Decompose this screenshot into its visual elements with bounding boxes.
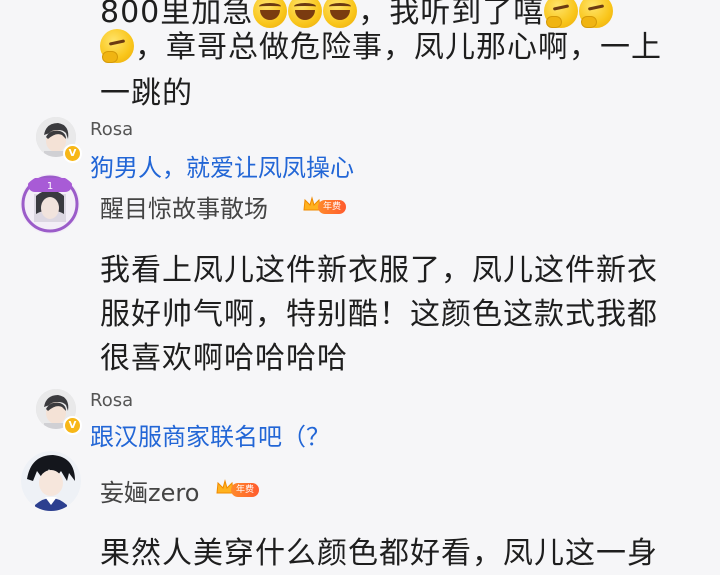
comment-text-line: 服好帅气啊，特别酷！这颜色这款式我都	[100, 297, 658, 332]
vip-badge-label: 年费	[231, 483, 259, 497]
comment-author-name[interactable]: 醒目惊故事散场	[100, 189, 268, 224]
comment-text-line: 果然人美穿什么颜色都好看，凤儿这一身	[100, 536, 658, 571]
reply-text: 跟汉服商家联名吧（？	[90, 423, 330, 451]
verified-v-icon: V	[63, 416, 82, 435]
reply-text: 狗男人，就爱让凤凤操心	[90, 154, 354, 182]
reply-avatar-rosa[interactable]: V	[36, 389, 82, 435]
avatar-image	[21, 451, 81, 511]
vip-badge-label: 年费	[318, 200, 346, 214]
thinking-emoji-icon	[100, 29, 134, 63]
post-text-prefix: 800里加急	[100, 0, 254, 30]
vip-annual-badge: 年费	[302, 196, 346, 214]
comment-avatar[interactable]: 1	[20, 174, 80, 234]
post-text-suffix: ，我听到了嘻	[358, 0, 545, 30]
comment-author-name[interactable]: 妄婳zero	[100, 473, 199, 508]
comment-avatar[interactable]	[21, 451, 81, 511]
reply-author-name[interactable]: Rosa	[90, 390, 133, 411]
thinking-emoji-icon	[544, 0, 579, 28]
post-text-line3: 一跳的	[100, 76, 193, 111]
comment-text-line: 很喜欢啊哈哈哈哈	[100, 341, 348, 376]
thinking-emoji-icon	[579, 0, 614, 28]
avatar-label: 1	[47, 181, 53, 192]
laugh-cry-emoji-icon	[323, 0, 358, 28]
reply-author-name[interactable]: Rosa	[90, 119, 133, 140]
vip-annual-badge: 年费	[215, 479, 259, 497]
verified-v-icon: V	[63, 144, 82, 163]
laugh-cry-emoji-icon	[288, 0, 323, 28]
avatar-image: 1	[20, 174, 80, 234]
reply-avatar-rosa[interactable]: V	[36, 117, 82, 163]
comment-text-line: 我看上凤儿这件新衣服了，凤儿这件新衣	[100, 253, 658, 288]
post-text-line2: ，章哥总做危险事，凤儿那心啊，一上	[100, 27, 662, 69]
laugh-cry-emoji-icon	[253, 0, 288, 28]
